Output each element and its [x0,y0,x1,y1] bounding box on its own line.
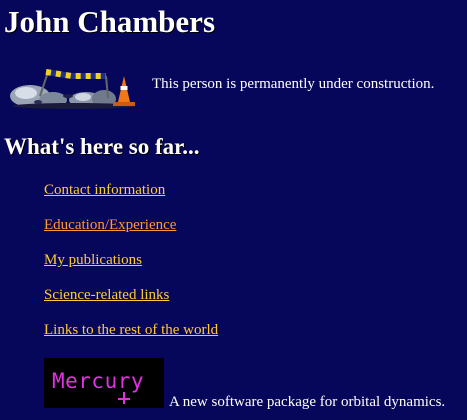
mercury-logo-icon: Mercury [52,369,144,404]
list-item: Education/Experience [44,215,218,250]
mercury-description: A new software package for orbital dynam… [169,394,446,410]
list-item: Links to the rest of the world [44,320,218,355]
mercury-logo-link[interactable]: Mercury [44,358,164,408]
list-item: My publications [44,250,218,285]
nav-list: Contact information Education/Experience… [44,180,218,355]
my-publications-link[interactable]: My publications [44,252,142,268]
construction-notice: This person is permanently under constru… [8,62,463,112]
page-title: John Chambers [4,4,216,39]
science-related-links-link[interactable]: Science-related links [44,287,169,303]
list-item: Science-related links [44,285,218,320]
construction-note: This person is permanently under constru… [152,76,435,92]
rest-of-world-link[interactable]: Links to the rest of the world [44,322,218,338]
list-item: Contact information [44,180,218,215]
education-experience-link[interactable]: Education/Experience [44,217,176,233]
section-heading: What's here so far... [4,134,200,159]
mercury-logo-text: Mercury [52,369,144,393]
mercury-section: Mercury A new software package for orbit… [44,358,464,414]
under-construction-icon [10,69,136,109]
contact-information-link[interactable]: Contact information [44,182,165,198]
